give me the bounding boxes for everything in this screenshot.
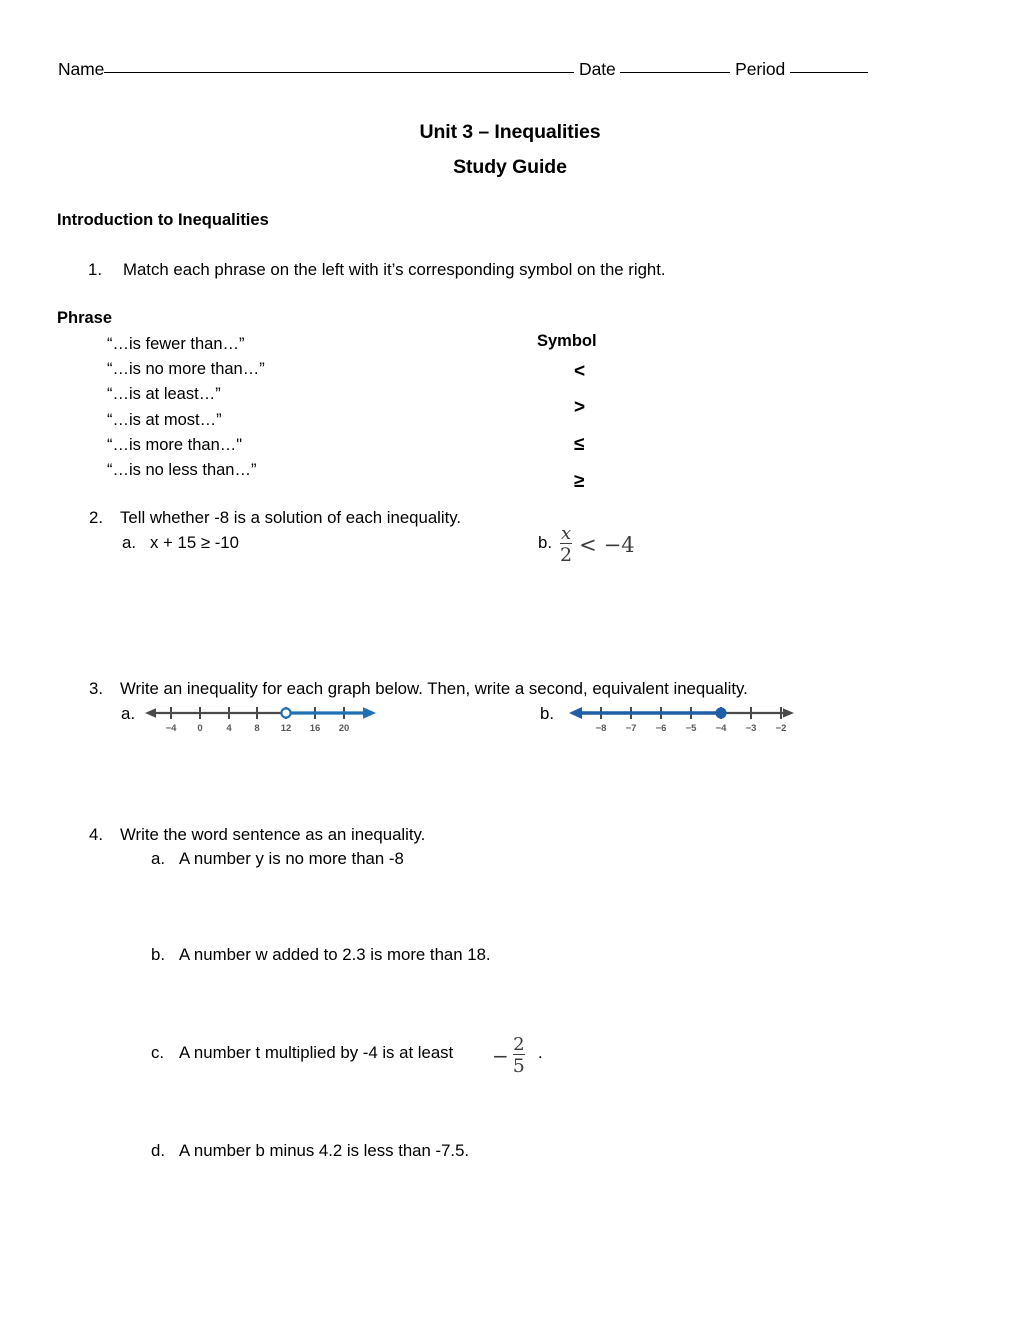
svg-text:−7: −7: [626, 723, 637, 734]
svg-text:4: 4: [226, 723, 232, 734]
number-line-graph-a: −4 0 4 8 12 16 20: [143, 700, 378, 736]
question-4b-marker: b.: [151, 945, 165, 964]
phrase-item[interactable]: “…is more than…": [107, 433, 265, 458]
fraction-numerator: x: [560, 523, 572, 544]
svg-text:−4: −4: [716, 723, 728, 734]
document-title-line-2: Study Guide: [453, 156, 567, 178]
symbol-greater-than[interactable]: >: [574, 397, 585, 419]
svg-text:−4: −4: [166, 723, 178, 734]
question-2a-marker: a.: [122, 533, 136, 552]
question-4-text: Write the word sentence as an inequality…: [120, 825, 426, 844]
question-4d-marker: d.: [151, 1141, 165, 1160]
section-heading: Introduction to Inequalities: [57, 211, 269, 229]
svg-text:8: 8: [254, 723, 259, 734]
question-2a-text: x + 15 ≥ -10: [150, 533, 239, 552]
document-title-line-1: Unit 3 – Inequalities: [419, 121, 601, 143]
svg-text:−6: −6: [656, 723, 667, 734]
number-line-graph-b: −8 −7 −6 −5 −4 −3 −2: [568, 700, 800, 736]
name-label: Name: [58, 59, 105, 79]
worksheet-page: Name Date Period Unit 3 – Inequalities S…: [0, 0, 1020, 1320]
svg-text:20: 20: [339, 723, 350, 734]
question-3b-marker: b.: [540, 704, 554, 723]
period-blank[interactable]: [789, 72, 868, 73]
phrase-item[interactable]: “…is no less than…”: [107, 458, 265, 483]
svg-text:−8: −8: [596, 723, 607, 734]
symbol-less-than-or-equal[interactable]: ≤: [574, 434, 584, 456]
phrase-item[interactable]: “…is at least…”: [107, 382, 265, 407]
name-date-period-line: Name Date Period: [58, 57, 978, 81]
svg-text:0: 0: [197, 723, 202, 734]
phrase-list: “…is fewer than…” “…is no more than…” “……: [107, 332, 265, 483]
question-1-marker: 1.: [88, 260, 102, 279]
date-label: Date: [579, 59, 616, 79]
question-3-marker: 3.: [89, 679, 103, 698]
fraction-denominator: 2: [560, 543, 573, 567]
question-1-text: Match each phrase on the left with it’s …: [123, 260, 666, 279]
svg-text:12: 12: [281, 723, 292, 734]
svg-text:−3: −3: [746, 723, 757, 734]
fraction-numerator: 2: [513, 1034, 525, 1055]
symbol-column-header: Symbol: [537, 332, 597, 350]
phrase-item[interactable]: “…is no more than…”: [107, 357, 265, 382]
question-2b-expression: x 2 < −4: [560, 524, 635, 566]
date-blank[interactable]: [620, 72, 731, 73]
question-4d-text: A number b minus 4.2 is less than -7.5.: [179, 1141, 470, 1160]
fraction-negative-sign: −: [492, 1043, 509, 1068]
question-4-marker: 4.: [89, 825, 103, 844]
question-4a-text: A number y is no more than -8: [179, 849, 404, 868]
question-2-marker: 2.: [89, 508, 103, 527]
question-4c-marker: c.: [151, 1043, 165, 1062]
fraction-two-fifths: 2 5: [512, 1034, 525, 1078]
fraction-denominator: 5: [512, 1054, 525, 1078]
symbol-less-than[interactable]: <: [574, 361, 585, 383]
right-hand-side: −4: [603, 532, 635, 557]
fraction-x-over-2: x 2: [560, 523, 573, 567]
question-4c-fraction: − 2 5: [492, 1035, 525, 1077]
symbol-greater-than-or-equal[interactable]: ≥: [574, 471, 584, 493]
phrase-column-header: Phrase: [57, 309, 113, 327]
phrase-item[interactable]: “…is at most…”: [107, 408, 265, 433]
name-blank[interactable]: [104, 72, 575, 73]
period-label: Period: [735, 59, 786, 79]
question-3-text: Write an inequality for each graph below…: [120, 679, 748, 698]
relation-symbol: <: [579, 532, 597, 557]
svg-text:−2: −2: [776, 723, 787, 734]
svg-text:−5: −5: [686, 723, 698, 734]
question-2b-marker: b.: [538, 533, 552, 552]
question-3a-marker: a.: [121, 704, 135, 723]
question-4a-marker: a.: [151, 849, 165, 868]
svg-text:16: 16: [310, 723, 321, 734]
question-4b-text: A number w added to 2.3 is more than 18.: [179, 945, 491, 964]
question-4c-text: A number t multiplied by -4 is at least: [179, 1043, 454, 1062]
phrase-item[interactable]: “…is fewer than…”: [107, 332, 265, 357]
question-4c-trailing-period: .: [538, 1043, 543, 1062]
question-2-text: Tell whether -8 is a solution of each in…: [120, 508, 462, 527]
